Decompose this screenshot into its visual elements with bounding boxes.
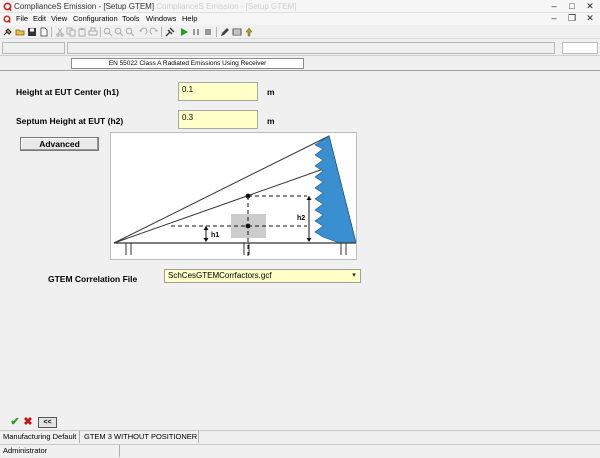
window-title-text: ComplianceS Emission - [Setup GTEM] (14, 2, 155, 11)
paste-icon[interactable] (77, 27, 87, 37)
advanced-button[interactable]: Advanced (20, 137, 99, 151)
h1-input[interactable]: 0.1 (178, 82, 258, 101)
open-folder-icon[interactable] (15, 27, 25, 37)
app-logo-icon (3, 2, 12, 11)
edit-icon[interactable] (220, 27, 230, 37)
status-user: Administrator (0, 445, 120, 457)
menu-file[interactable]: File (16, 14, 28, 23)
zoom-out-icon[interactable] (114, 27, 124, 37)
maximize-button[interactable]: □ (566, 1, 578, 11)
save-icon[interactable] (27, 27, 37, 37)
pause-icon[interactable] (191, 27, 201, 37)
close-button[interactable]: ✕ (584, 1, 596, 11)
window-title-ghost: ComplianceS Emission - [Setup GTEM] (156, 2, 297, 11)
cut-icon[interactable] (55, 27, 65, 37)
menu-bar: File Edit View Configuration Tools Windo… (0, 13, 600, 25)
zoom-in-icon[interactable] (103, 27, 113, 37)
strip-field-right[interactable] (562, 42, 598, 54)
window-title: ComplianceS Emission - [Setup GTEM] Comp… (14, 2, 296, 11)
strip-field-main[interactable] (67, 42, 555, 54)
toolbar-separator (100, 27, 101, 37)
toolbar-separator (161, 27, 162, 37)
undo-icon[interactable] (138, 27, 148, 37)
back-button[interactable]: << (38, 417, 57, 428)
toolbar (0, 25, 600, 39)
zoom-fit-icon[interactable] (125, 27, 135, 37)
test-title-tab[interactable]: EN 55022 Class A Radiated Emissions Usin… (71, 58, 304, 69)
h1-unit: m (267, 87, 275, 97)
arrow-up-icon[interactable] (244, 27, 254, 37)
toolbar-separator (216, 27, 217, 37)
title-bar: ComplianceS Emission - [Setup GTEM] Comp… (0, 0, 600, 13)
cancel-button[interactable]: ✖ (22, 416, 34, 428)
ok-button[interactable]: ✔ (9, 416, 21, 428)
h2-label: Septum Height at EUT (h2) (16, 116, 124, 126)
stop-icon[interactable] (203, 27, 213, 37)
menu-edit[interactable]: Edit (33, 14, 46, 23)
new-document-icon[interactable] (39, 27, 49, 37)
gtem-diagram: h1 h2 (110, 132, 357, 260)
run-icon[interactable] (179, 27, 189, 37)
toolbar-separator (51, 27, 52, 37)
menu-help[interactable]: Help (182, 14, 197, 23)
status-gtem: GTEM 3 WITHOUT POSITIONER (81, 431, 199, 443)
h1-diagram-label: h1 (211, 232, 219, 239)
minimize-button[interactable]: – (548, 1, 560, 11)
table-icon[interactable] (232, 27, 242, 37)
mdi-restore-button[interactable]: ❐ (566, 13, 578, 23)
print-icon[interactable] (88, 27, 98, 37)
h1-label: Height at EUT Center (h1) (16, 87, 119, 97)
correlation-label: GTEM Correlation File (48, 274, 138, 284)
menu-windows[interactable]: Windows (146, 14, 176, 23)
correlation-file-select[interactable]: SchCesGTEMCorrfactors.gcf (164, 269, 361, 283)
secondary-toolbar (0, 40, 600, 56)
copy-icon[interactable] (66, 27, 76, 37)
menu-tools[interactable]: Tools (122, 14, 140, 23)
mdi-minimize-button[interactable]: – (548, 13, 560, 23)
app-menu-icon[interactable] (3, 15, 11, 23)
gtem-diagram-drawing: h1 h2 (113, 135, 357, 259)
tools-icon[interactable] (165, 27, 175, 37)
status-profile: Manufacturing Default (0, 431, 80, 443)
connect-icon[interactable] (3, 27, 13, 37)
redo-icon[interactable] (149, 27, 159, 37)
menu-view[interactable]: View (51, 14, 67, 23)
menu-configuration[interactable]: Configuration (73, 14, 118, 23)
strip-field-left[interactable] (2, 42, 65, 54)
h2-unit: m (267, 116, 275, 126)
mdi-close-button[interactable]: ✕ (584, 13, 596, 23)
h2-diagram-label: h2 (297, 215, 305, 222)
h2-input[interactable]: 0.3 (178, 110, 258, 129)
chevron-down-icon[interactable]: ▾ (348, 270, 360, 282)
